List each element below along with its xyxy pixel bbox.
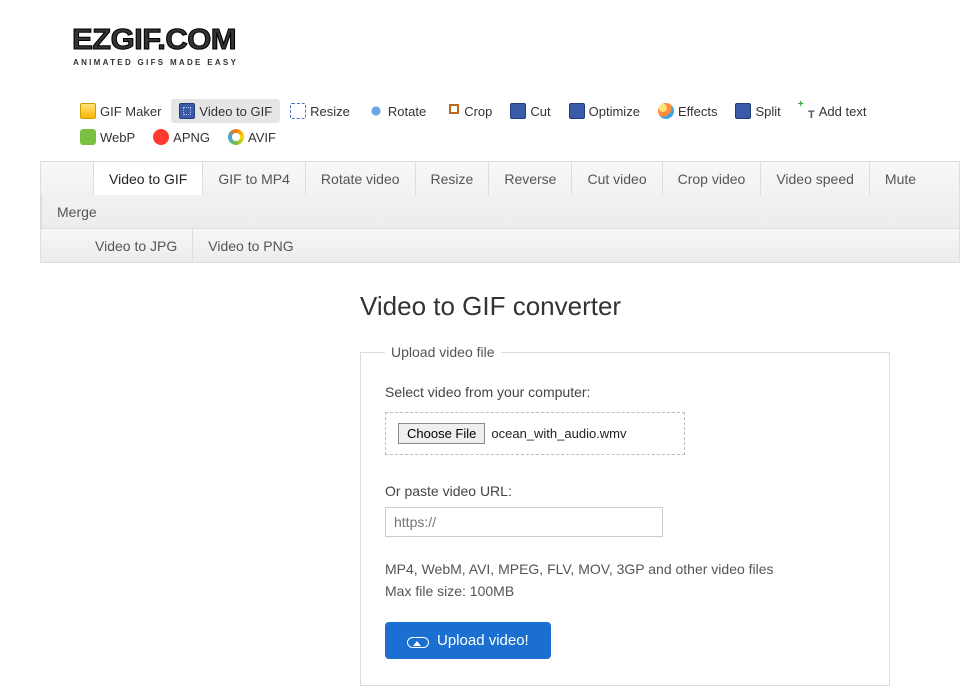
tab-gif-to-mp4[interactable]: GIF to MP4: [202, 162, 305, 195]
nav-crop[interactable]: Crop: [436, 99, 500, 123]
nav-webp-label: WebP: [100, 130, 135, 145]
nav-optimize[interactable]: Optimize: [561, 99, 648, 123]
nav-video-to-gif[interactable]: Video to GIF: [171, 99, 280, 123]
tab-rotate-video[interactable]: Rotate video: [305, 162, 415, 195]
nav-resize[interactable]: Resize: [282, 99, 358, 123]
nav-effects[interactable]: Effects: [650, 99, 726, 123]
select-video-label: Select video from your computer:: [385, 384, 865, 400]
nav-avif-label: AVIF: [248, 130, 276, 145]
nav-apng[interactable]: APNG: [145, 125, 218, 149]
avif-icon: [228, 129, 244, 145]
video-url-input[interactable]: [385, 507, 663, 537]
logo-main-text: EZGIF.COM: [72, 24, 960, 57]
cut-icon: [510, 103, 526, 119]
apng-icon: [153, 129, 169, 145]
crop-icon: [444, 103, 460, 119]
main-content: Video to GIF converter Upload video file…: [360, 291, 960, 686]
secondary-nav: Video to GIF GIF to MP4 Rotate video Res…: [0, 161, 960, 263]
choose-file-button[interactable]: Choose File: [398, 423, 485, 444]
effects-icon: [658, 103, 674, 119]
primary-nav: GIF Maker Video to GIF Resize Rotate Cro…: [0, 99, 960, 149]
nav-optimize-label: Optimize: [589, 104, 640, 119]
tab-video-to-gif[interactable]: Video to GIF: [93, 162, 202, 195]
nav-add-text-label: Add text: [819, 104, 867, 119]
nav-rotate[interactable]: Rotate: [360, 99, 434, 123]
tab-mute[interactable]: Mute: [869, 162, 931, 195]
nav-add-text[interactable]: Add text: [791, 99, 875, 123]
paste-url-label: Or paste video URL:: [385, 483, 865, 499]
tab-reverse[interactable]: Reverse: [488, 162, 571, 195]
webp-icon: [80, 129, 96, 145]
nav-split-label: Split: [755, 104, 780, 119]
nav-avif[interactable]: AVIF: [220, 125, 284, 149]
supported-formats-text: MP4, WebM, AVI, MPEG, FLV, MOV, 3GP and …: [385, 559, 865, 602]
tab-crop-video[interactable]: Crop video: [662, 162, 761, 195]
nav-gif-maker-label: GIF Maker: [100, 104, 161, 119]
add-text-icon: [799, 103, 815, 119]
tab-resize[interactable]: Resize: [415, 162, 489, 195]
nav-apng-label: APNG: [173, 130, 210, 145]
formats-line-2: Max file size: 100MB: [385, 581, 865, 603]
nav-crop-label: Crop: [464, 104, 492, 119]
nav-video-to-gif-label: Video to GIF: [199, 104, 272, 119]
site-logo[interactable]: EZGIF.COM ANIMATED GIFS MADE EASY: [0, 0, 960, 73]
rotate-icon: [368, 103, 384, 119]
tab-merge[interactable]: Merge: [41, 195, 112, 228]
nav-gif-maker[interactable]: GIF Maker: [72, 99, 169, 123]
nav-cut-label: Cut: [530, 104, 550, 119]
nav-effects-label: Effects: [678, 104, 718, 119]
nav-resize-label: Resize: [310, 104, 350, 119]
nav-webp[interactable]: WebP: [72, 125, 143, 149]
gif-maker-icon: [80, 103, 96, 119]
upload-fieldset: Upload video file Select video from your…: [360, 344, 890, 686]
upload-video-button[interactable]: Upload video!: [385, 622, 551, 659]
tab-video-to-jpg[interactable]: Video to JPG: [81, 229, 192, 262]
file-input-area[interactable]: Choose File ocean_with_audio.wmv: [385, 412, 685, 455]
formats-line-1: MP4, WebM, AVI, MPEG, FLV, MOV, 3GP and …: [385, 559, 865, 581]
logo-subtitle: ANIMATED GIFS MADE EASY: [73, 58, 960, 67]
nav-rotate-label: Rotate: [388, 104, 426, 119]
tab-video-to-png[interactable]: Video to PNG: [192, 229, 308, 262]
cloud-upload-icon: [407, 634, 427, 648]
tab-cut-video[interactable]: Cut video: [571, 162, 661, 195]
video-to-gif-icon: [179, 103, 195, 119]
optimize-icon: [569, 103, 585, 119]
tab-video-speed[interactable]: Video speed: [760, 162, 869, 195]
selected-file-name: ocean_with_audio.wmv: [491, 426, 626, 441]
nav-cut[interactable]: Cut: [502, 99, 558, 123]
resize-icon: [290, 103, 306, 119]
page-title: Video to GIF converter: [360, 291, 960, 322]
split-icon: [735, 103, 751, 119]
upload-legend: Upload video file: [385, 344, 501, 360]
upload-button-label: Upload video!: [437, 632, 529, 649]
nav-split[interactable]: Split: [727, 99, 788, 123]
